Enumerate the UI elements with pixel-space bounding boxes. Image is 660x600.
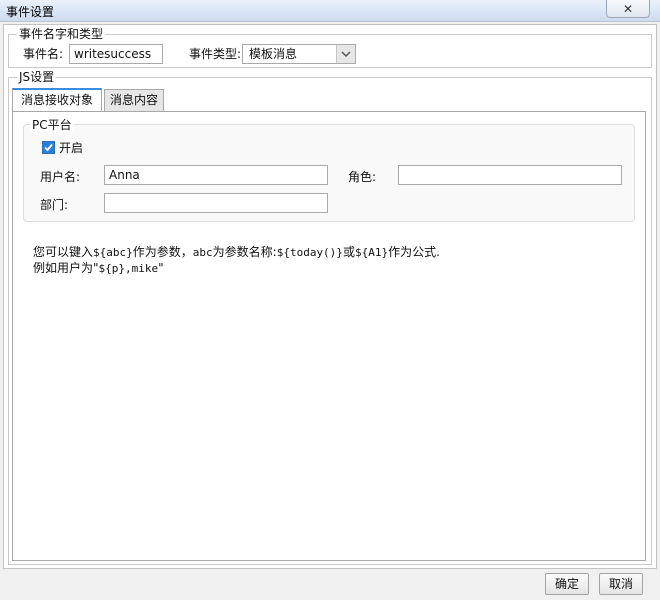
dialog-content: 事件名字和类型 事件名: writesuccess 事件类型: 模板消息 JS设… <box>3 24 657 569</box>
event-name-label: 事件名: <box>23 47 64 61</box>
tab-panel-recipients: PC平台 开启 用户名: Anna 角色: 部门: 您可以键入${abc}作为参… <box>12 111 646 561</box>
tab-message-content[interactable]: 消息内容 <box>104 89 164 111</box>
tab-message-recipients[interactable]: 消息接收对象 <box>12 88 102 112</box>
event-name-type-group: 事件名字和类型 事件名: writesuccess 事件类型: 模板消息 <box>8 27 652 68</box>
role-input[interactable] <box>398 165 622 185</box>
username-input[interactable]: Anna <box>104 165 328 185</box>
checkmark-icon <box>44 143 53 152</box>
cancel-button[interactable]: 取消 <box>599 573 643 595</box>
department-label: 部门: <box>40 198 69 212</box>
chevron-down-icon[interactable] <box>336 45 355 63</box>
hint-line-1: 您可以键入${abc}作为参数，abc为参数名称:${today()}或${A1… <box>33 245 440 259</box>
close-icon: ✕ <box>622 1 634 16</box>
event-type-value: 模板消息 <box>249 47 298 61</box>
title-bar: 事件设置 ✕ <box>0 0 660 22</box>
username-label: 用户名: <box>40 170 81 184</box>
event-type-label: 事件类型: <box>189 47 242 61</box>
close-button[interactable]: ✕ <box>606 0 650 18</box>
role-label: 角色: <box>348 170 377 184</box>
department-input[interactable] <box>104 193 328 213</box>
ok-button[interactable]: 确定 <box>545 573 589 595</box>
enable-label: 开启 <box>59 141 84 155</box>
hint-line-2: 例如用户为"${p},mike" <box>33 261 164 275</box>
js-group-legend: JS设置 <box>17 70 57 84</box>
event-name-input[interactable]: writesuccess <box>69 44 163 64</box>
event-type-select[interactable]: 模板消息 <box>242 44 356 64</box>
window-title: 事件设置 <box>6 5 55 19</box>
pc-platform-group: PC平台 开启 用户名: Anna 角色: 部门: <box>23 118 635 222</box>
pc-platform-legend: PC平台 <box>30 118 74 132</box>
event-group-legend: 事件名字和类型 <box>17 27 106 41</box>
enable-checkbox[interactable] <box>42 141 55 154</box>
